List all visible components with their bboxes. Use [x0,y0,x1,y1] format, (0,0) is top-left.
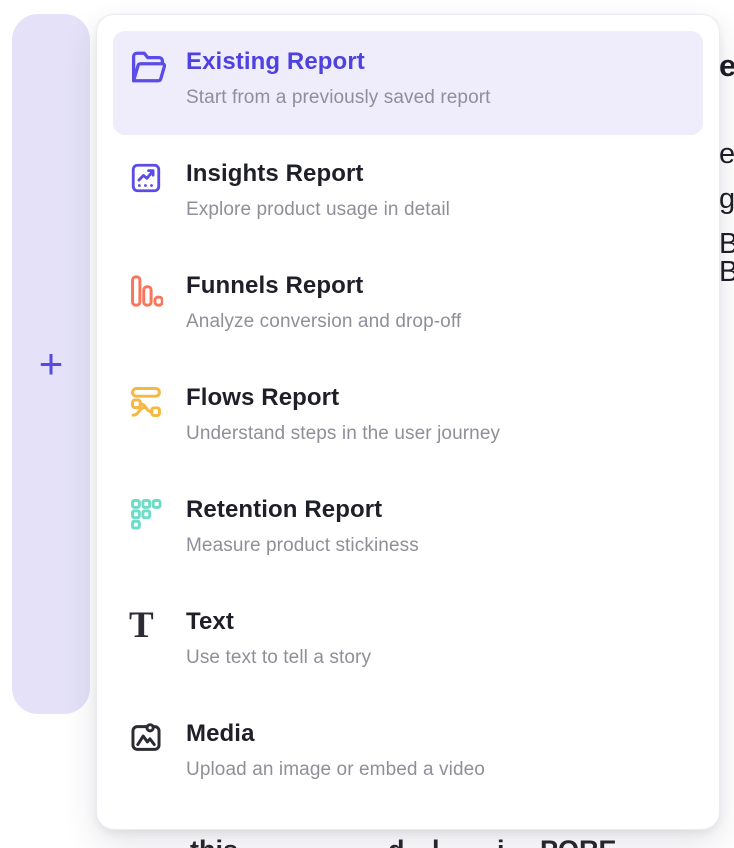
menu-item-existing-report[interactable]: Existing Report Start from a previously … [113,31,703,135]
background-text-fragment: B [719,256,734,289]
background-text-fragment: l [432,835,440,848]
media-icon [129,721,171,755]
background-text-fragment: ex [719,48,734,84]
menu-item-text[interactable]: T Text Use text to tell a story [113,591,703,695]
create-content-menu: Existing Report Start from a previously … [96,14,720,830]
background-text-fragment: gB [719,183,734,216]
menu-item-title: Text [186,608,371,636]
background-text-fragment: PORE [540,835,617,848]
menu-item-title: Retention Report [186,496,419,524]
menu-item-title: Insights Report [186,160,450,188]
menu-item-subtitle: Explore product usage in detail [186,199,450,221]
menu-item-subtitle: Measure product stickiness [186,535,419,557]
menu-item-flows-report[interactable]: Flows Report Understand steps in the use… [113,367,703,471]
flows-icon [129,385,171,419]
folder-open-icon [129,49,171,85]
background-text-fragment: this [190,835,238,848]
menu-item-title: Media [186,720,485,748]
menu-item-insights-report[interactable]: Insights Report Explore product usage in… [113,143,703,247]
menu-item-funnels-report[interactable]: Funnels Report Analyze conversion and dr… [113,255,703,359]
background-text-fragment: d [388,835,405,848]
menu-item-subtitle: Use text to tell a story [186,647,371,669]
menu-item-subtitle: Understand steps in the user journey [186,423,500,445]
menu-item-title: Flows Report [186,384,500,412]
add-content-button[interactable]: + [39,343,64,385]
menu-item-subtitle: Analyze conversion and drop-off [186,311,461,333]
menu-item-subtitle: Upload an image or embed a video [186,759,485,781]
background-text-fragment: i [497,835,505,848]
funnel-bars-icon [129,273,171,309]
background-text-fragment: e [719,138,734,171]
menu-item-subtitle: Start from a previously saved report [186,87,491,109]
text-icon: T [129,609,171,643]
add-content-rail: + [12,14,90,714]
menu-item-title: Existing Report [186,48,491,76]
menu-item-media[interactable]: Media Upload an image or embed a video [113,703,703,807]
insights-chart-icon [129,161,171,195]
retention-grid-icon [129,497,171,531]
board-editor-screen: { "rail": { "plus_label": "+" }, "menu":… [0,0,734,848]
menu-item-title: Funnels Report [186,272,461,300]
menu-item-retention-report[interactable]: Retention Report Measure product stickin… [113,479,703,583]
